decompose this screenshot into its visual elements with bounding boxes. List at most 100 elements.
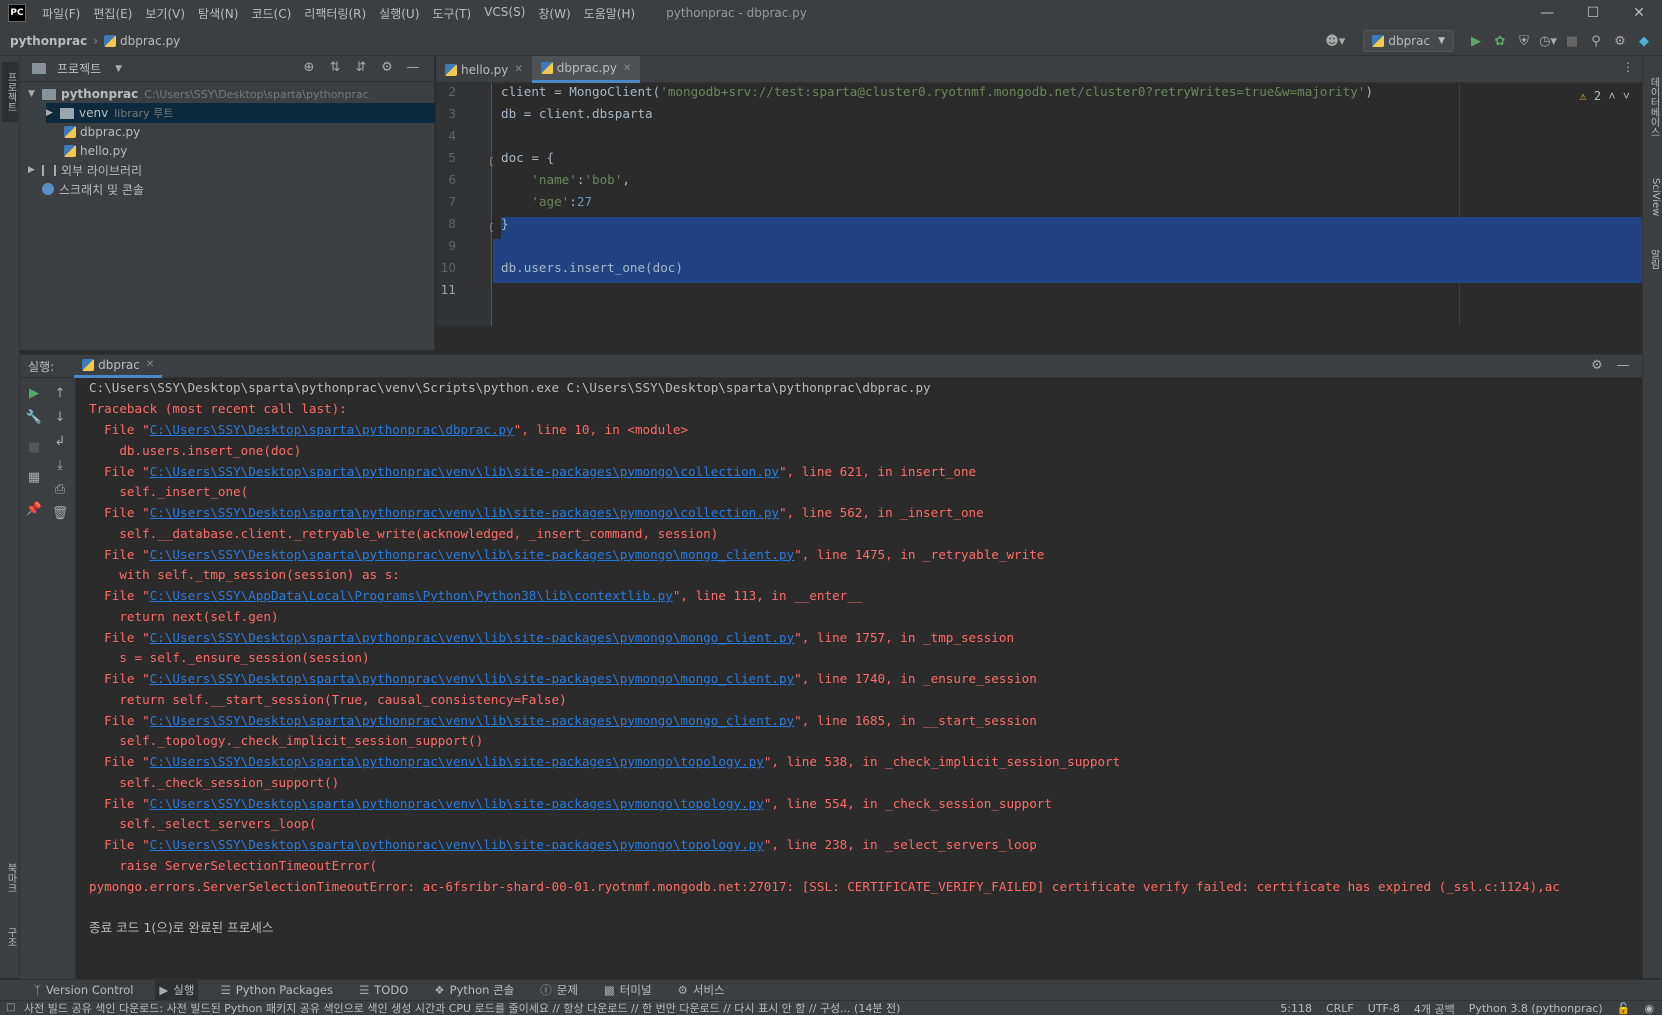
tree-item-venv[interactable]: ▶ venv library 루트 — [46, 103, 435, 123]
arrow-up-icon[interactable]: ↑ — [48, 382, 72, 404]
soft-wrap-icon[interactable]: ↲ — [48, 430, 72, 452]
project-panel-title[interactable]: 프로젝트 — [57, 60, 101, 77]
expand-all-icon[interactable]: ⇅ — [322, 60, 348, 75]
coverage-icon[interactable]: ⛨ — [1512, 29, 1536, 53]
traceback-file-link[interactable]: C:\Users\SSY\AppData\Local\Programs\Pyth… — [150, 588, 673, 603]
stop-icon[interactable]: ■ — [1560, 29, 1584, 53]
menu-view[interactable]: 보기(V) — [145, 5, 185, 22]
indent-setting[interactable]: 4개 공백 — [1414, 1001, 1455, 1015]
traceback-file-link[interactable]: C:\Users\SSY\Desktop\sparta\pythonprac\v… — [150, 671, 794, 686]
run-configuration-select[interactable]: dbprac ▼ — [1363, 30, 1454, 52]
wrench-icon[interactable]: 🔧 — [22, 406, 46, 428]
traceback-file-link[interactable]: C:\Users\SSY\Desktop\sparta\pythonprac\v… — [150, 796, 764, 811]
traceback-file-link[interactable]: C:\Users\SSY\Desktop\sparta\pythonprac\v… — [150, 837, 764, 852]
tool-tab-project[interactable]: 프로젝트 — [2, 62, 18, 122]
run-tab-dbprac[interactable]: dbprac ✕ — [74, 354, 163, 378]
arrow-down-icon[interactable]: ↓ — [48, 406, 72, 428]
traceback-file-link[interactable]: C:\Users\SSY\Desktop\sparta\pythonprac\v… — [150, 754, 764, 769]
lock-icon[interactable]: 🔓 — [1617, 1002, 1631, 1015]
tool-tab-todo[interactable]: ☰ TODO — [355, 980, 412, 1001]
tree-item-project-root[interactable]: ▼ pythonprac C:\Users\SSY\Desktop\sparta… — [28, 84, 369, 104]
maximize-icon[interactable]: ☐ — [1570, 0, 1616, 26]
toggle-panel-icon[interactable]: □ — [6, 1002, 15, 1013]
layout-icon[interactable]: ▦ — [22, 466, 46, 488]
tool-tab-sciview[interactable]: SciView — [1645, 166, 1661, 228]
tool-tab-terminal[interactable]: ▩ 터미널 — [600, 980, 656, 1001]
run-icon[interactable]: ▶ — [1464, 29, 1488, 53]
warnings-indicator[interactable]: ⚠ 2 ˄ ˅ — [1579, 89, 1630, 104]
search-icon[interactable]: ⚲ — [1584, 29, 1608, 53]
tab-dbprac-py[interactable]: dbprac.py ✕ — [531, 56, 641, 83]
tree-item-scratches[interactable]: 스크래치 및 콘솔 — [42, 179, 144, 199]
menu-run[interactable]: 실행(U) — [379, 5, 419, 22]
menu-help[interactable]: 도움말(H) — [584, 5, 636, 22]
gear-icon[interactable]: ⚙ — [374, 60, 400, 75]
menu-file[interactable]: 파일(F) — [42, 5, 80, 22]
close-icon[interactable]: ✕ — [1616, 0, 1662, 26]
tool-tab-run[interactable]: ▶ 실행 — [155, 979, 199, 1001]
menu-code[interactable]: 코드(C) — [251, 5, 291, 22]
event-log-icon[interactable]: ◉ — [1644, 1002, 1654, 1015]
tool-tab-python-console[interactable]: ❖ Python 콘솔 — [430, 980, 518, 1001]
line-separator[interactable]: CRLF — [1326, 1002, 1354, 1015]
chevron-down-icon[interactable]: ▼ — [115, 64, 122, 74]
traceback-file-link[interactable]: C:\Users\SSY\Desktop\sparta\pythonprac\v… — [150, 630, 794, 645]
minimize-icon[interactable]: — — [1524, 0, 1570, 26]
chevron-right-icon[interactable]: ▶ — [46, 108, 60, 118]
console-output[interactable]: C:\Users\SSY\Desktop\sparta\pythonprac\v… — [77, 378, 1642, 979]
tool-tab-bookmarks[interactable]: 북마크 — [2, 856, 18, 900]
tool-tab-version-control[interactable]: ᛉ Version Control — [30, 980, 137, 1001]
rerun-icon[interactable]: ▶ — [22, 382, 46, 404]
tool-tab-database[interactable]: 데이터베이스 — [1645, 64, 1661, 150]
hide-panel-icon[interactable]: — — [400, 60, 426, 75]
close-tab-icon[interactable]: ✕ — [146, 359, 154, 370]
print-icon[interactable]: ⎙ — [48, 478, 72, 500]
tool-tab-problems[interactable]: ⓘ 문제 — [536, 980, 582, 1001]
chevron-right-icon[interactable]: ▶ — [28, 165, 42, 175]
scroll-to-end-icon[interactable]: ⤓ — [48, 454, 72, 476]
traceback-file-link[interactable]: C:\Users\SSY\Desktop\sparta\pythonprac\v… — [150, 464, 779, 479]
pin-icon[interactable]: 📌 — [22, 498, 46, 520]
caret-position[interactable]: 5:118 — [1280, 1002, 1312, 1015]
gear-icon[interactable]: ⚙ — [1584, 358, 1610, 373]
menu-refactor[interactable]: 리팩터링(R) — [304, 5, 366, 22]
tool-tab-services[interactable]: ⚙ 서비스 — [674, 980, 729, 1001]
chevron-down-icon[interactable]: ˅ — [1623, 89, 1630, 103]
collapse-all-icon[interactable]: ⇵ — [348, 60, 374, 75]
tool-tab-structure[interactable]: 구조 — [2, 920, 18, 954]
close-tab-icon[interactable]: ✕ — [514, 64, 522, 75]
python-interpreter[interactable]: Python 3.8 (pythonprac) — [1469, 1002, 1603, 1015]
traceback-file-link[interactable]: C:\Users\SSY\Desktop\sparta\pythonprac\v… — [150, 713, 794, 728]
tree-item-external-libraries[interactable]: ▶ 외부 라이브러리 — [28, 160, 142, 180]
tool-tab-notifications[interactable]: 알림 — [1645, 244, 1661, 274]
hide-panel-icon[interactable]: — — [1610, 358, 1636, 373]
user-icon[interactable]: ☻▾ — [1325, 34, 1345, 49]
trash-icon[interactable]: 🗑 — [48, 502, 72, 524]
menu-window[interactable]: 창(W) — [538, 5, 570, 22]
locate-icon[interactable]: ⊕ — [296, 60, 322, 75]
tree-item-dbprac[interactable]: dbprac.py — [64, 122, 140, 142]
traceback-file-link[interactable]: C:\Users\SSY\Desktop\sparta\pythonprac\v… — [150, 505, 779, 520]
more-options-icon[interactable]: ⋮ — [1622, 60, 1634, 74]
jetbrains-icon[interactable]: ◆ — [1632, 29, 1656, 53]
chevron-up-icon[interactable]: ˄ — [1608, 89, 1615, 103]
profile-icon[interactable]: ◷▾ — [1536, 29, 1560, 53]
traceback-file-link[interactable]: C:\Users\SSY\Desktop\sparta\pythonprac\v… — [150, 547, 794, 562]
chevron-down-icon[interactable]: ▼ — [28, 89, 42, 99]
file-encoding[interactable]: UTF-8 — [1368, 1002, 1400, 1015]
menu-edit[interactable]: 편집(E) — [93, 5, 132, 22]
settings-icon[interactable]: ⚙ — [1608, 29, 1632, 53]
menu-navigate[interactable]: 탐색(N) — [198, 5, 238, 22]
traceback-file-link[interactable]: C:\Users\SSY\Desktop\sparta\pythonprac\d… — [150, 422, 514, 437]
code-editor[interactable]: client = MongoClient('mongodb+srv://test… — [493, 83, 1642, 326]
status-message[interactable]: 사전 빌드 공유 색인 다운로드: 사전 빌드된 Python 패키지 공유 색… — [24, 1000, 1274, 1015]
breadcrumb-file[interactable]: dbprac.py — [120, 34, 180, 48]
tree-item-hello[interactable]: hello.py — [64, 141, 127, 161]
tool-tab-python-packages[interactable]: ☰ Python Packages — [216, 980, 337, 1001]
stop-icon[interactable]: ■ — [22, 436, 46, 458]
close-tab-icon[interactable]: ✕ — [623, 63, 631, 74]
menu-vcs[interactable]: VCS(S) — [484, 5, 525, 22]
breadcrumb-project[interactable]: pythonprac — [10, 34, 87, 48]
tab-hello-py[interactable]: hello.py ✕ — [436, 56, 532, 83]
menu-tools[interactable]: 도구(T) — [432, 5, 471, 22]
